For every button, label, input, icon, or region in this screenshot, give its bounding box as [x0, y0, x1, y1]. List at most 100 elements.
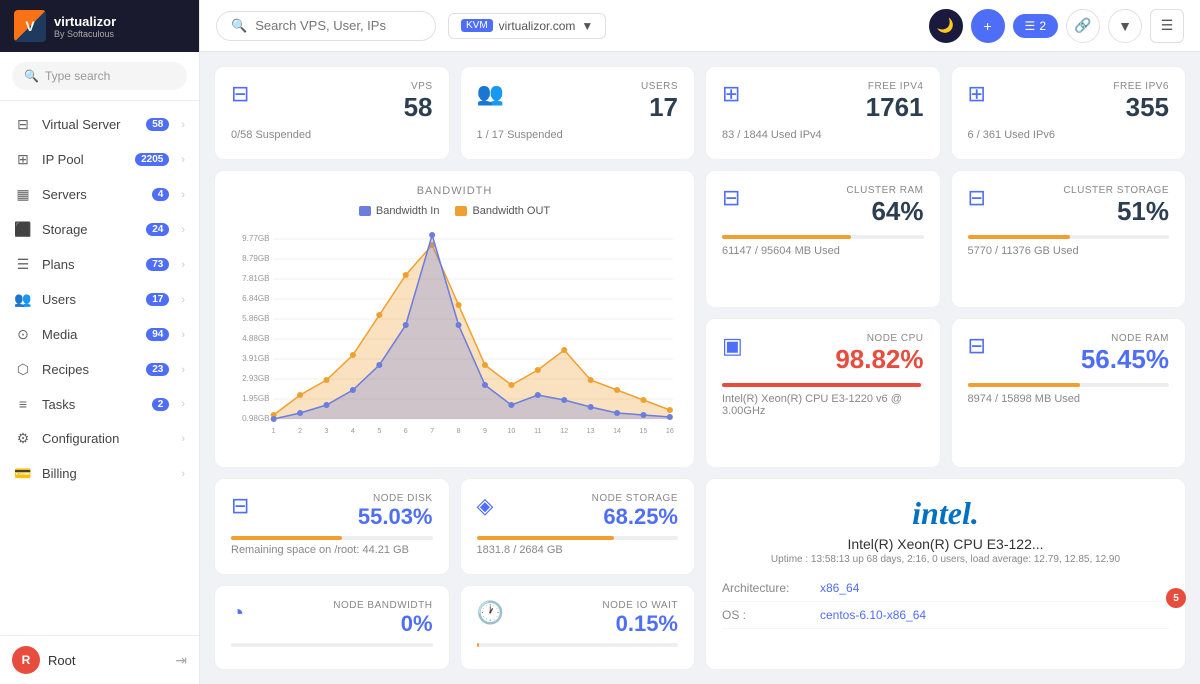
dark-mode-button[interactable]: 🌙	[929, 9, 963, 43]
node-io-wait-label: Node IO WAIT	[602, 600, 678, 611]
svg-text:8: 8	[457, 428, 461, 435]
ipv4-label: FREE IPV4	[866, 81, 924, 92]
svg-text:13: 13	[587, 428, 595, 435]
sidebar-item-tasks[interactable]: ≡ Tasks 2 ›	[0, 387, 199, 421]
svg-text:11: 11	[534, 428, 541, 435]
chevron-right-icon: ›	[181, 398, 185, 410]
nav-label-recipes: Recipes	[42, 362, 136, 377]
kvm-dropdown[interactable]: KVM virtualizor.com ▼	[448, 13, 606, 39]
vps-sub: 0/58 Suspended	[231, 129, 433, 141]
node-bandwidth-card: ◔ Node BANDWIDTH 0%	[214, 585, 450, 670]
menu-button[interactable]: ☰	[1150, 9, 1184, 43]
cluster-storage-label: CLUSTER STORAGE	[1063, 185, 1169, 196]
search-placeholder: Type search	[45, 69, 110, 83]
search-icon: 🔍	[231, 18, 247, 34]
disk-icon: ⊟	[231, 493, 249, 519]
bandwidth-icon: ◔	[231, 600, 244, 626]
node-disk-bar-fill	[231, 536, 342, 540]
svg-text:9: 9	[483, 428, 487, 435]
kvm-badge: KVM	[461, 19, 493, 32]
storage-stat-icon: ◈	[477, 493, 494, 519]
svg-text:9.77GB: 9.77GB	[242, 234, 270, 243]
sidebar-item-configuration[interactable]: ⚙ Configuration ›	[0, 421, 199, 456]
sidebar-item-servers[interactable]: ▦ Servers 4 ›	[0, 177, 199, 212]
sidebar: V virtualizor By Softaculous 🔍 Type sear…	[0, 0, 200, 684]
intel-uptime: Uptime : 13:58:13 up 68 days, 2:16, 0 us…	[722, 554, 1169, 565]
intel-os-value[interactable]: centos-6.10-x86_64	[820, 608, 926, 622]
legend-in-label: Bandwidth In	[376, 205, 440, 217]
node-cpu-value: 98.82%	[835, 344, 923, 375]
billing-icon: 💳	[14, 465, 32, 482]
sidebar-search-box[interactable]: 🔍 Type search	[12, 62, 187, 90]
cluster-ram-value: 64%	[846, 196, 923, 227]
node-ram-sub: 8974 / 15898 MB Used	[968, 393, 1170, 405]
link-button[interactable]: 🔗	[1066, 9, 1100, 43]
avatar: R	[12, 646, 40, 674]
svg-text:4: 4	[351, 428, 355, 435]
chevron-right-icon: ›	[181, 224, 185, 236]
nav-badge-tasks: 2	[152, 398, 170, 411]
logo-sub: By Softaculous	[54, 29, 116, 39]
vps-value: 58	[404, 92, 433, 123]
svg-text:12: 12	[560, 428, 568, 435]
node-storage-label: Node STORAGE	[592, 493, 678, 504]
ipv6-sub: 6 / 361 Used IPv6	[968, 129, 1170, 141]
topbar-search[interactable]: 🔍	[216, 11, 436, 41]
nav-label-ip-pool: IP Pool	[42, 152, 125, 167]
intel-logo: intel.	[722, 495, 1169, 532]
bandwidth-svg: 9.77GB 8.79GB 7.81GB 6.84GB 5.86GB 4.88G…	[231, 225, 678, 435]
vps-card: ⊟ VPS 58 0/58 Suspended	[214, 66, 450, 160]
node-io-wait-value: 0.15%	[602, 611, 678, 637]
node-bandwidth-value: 0%	[333, 611, 432, 637]
node-cpu-bar	[722, 383, 924, 387]
chevron-right-icon: ›	[181, 259, 185, 271]
sidebar-item-users[interactable]: 👥 Users 17 ›	[0, 282, 199, 317]
nav-label-storage: Storage	[42, 222, 136, 237]
sidebar-item-media[interactable]: ⊙ Media 94 ›	[0, 317, 199, 352]
chevron-down-button[interactable]: ▼	[1108, 9, 1142, 43]
sidebar-item-ip-pool[interactable]: ⊞ IP Pool 2205 ›	[0, 142, 199, 177]
legend-out: Bandwidth OUT	[455, 205, 550, 217]
bandwidth-chart: 9.77GB 8.79GB 7.81GB 6.84GB 5.86GB 4.88G…	[231, 225, 678, 445]
users-value: 17	[641, 92, 678, 123]
legend-out-color	[455, 206, 467, 216]
sidebar-item-recipes[interactable]: ⬡ Recipes 23 ›	[0, 352, 199, 387]
nav-label-servers: Servers	[42, 187, 142, 202]
ram-icon: ⊟	[968, 333, 986, 359]
sidebar-item-billing[interactable]: 💳 Billing ›	[0, 456, 199, 491]
chevron-down-icon: ▼	[581, 19, 593, 33]
chevron-right-icon: ›	[181, 468, 185, 480]
cluster-ram-card: ⊟ CLUSTER RAM 64% 61147 / 95604 MB Used	[705, 170, 941, 308]
add-button[interactable]: +	[971, 9, 1005, 43]
kvm-domain: virtualizor.com	[499, 19, 576, 33]
legend-in: Bandwidth In	[359, 205, 440, 217]
intel-os-row: OS : centos-6.10-x86_64	[722, 602, 1169, 629]
intel-arch-label: Architecture:	[722, 581, 812, 595]
node-cpu-label: Node CPU	[835, 333, 923, 344]
cluster-storage-bar	[968, 235, 1170, 239]
cluster-storage-value: 51%	[1063, 196, 1169, 227]
node-ram-bar-fill	[968, 383, 1081, 387]
sidebar-item-plans[interactable]: ☰ Plans 73 ›	[0, 247, 199, 282]
svg-text:7.81GB: 7.81GB	[242, 274, 270, 283]
svg-text:0.98GB: 0.98GB	[242, 414, 270, 423]
node-cpu-bar-fill	[722, 383, 921, 387]
notification-float-badge[interactable]: 5	[1166, 588, 1186, 608]
search-input[interactable]	[255, 18, 421, 33]
nav-badge-ip-pool: 2205	[135, 153, 169, 166]
intel-arch-value[interactable]: x86_64	[820, 581, 859, 595]
node-ram-value: 56.45%	[1081, 344, 1169, 375]
notifications-button[interactable]: ☰ 2	[1013, 14, 1058, 38]
nav-badge-plans: 73	[146, 258, 169, 271]
svg-text:8.79GB: 8.79GB	[242, 254, 270, 263]
intel-card: intel. Intel(R) Xeon(R) CPU E3-122... Up…	[705, 478, 1186, 670]
avatar-initial: R	[22, 653, 31, 667]
sidebar-item-storage[interactable]: ⬛ Storage 24 ›	[0, 212, 199, 247]
intel-arch-row: Architecture: x86_64	[722, 575, 1169, 602]
sidebar-item-virtual-server[interactable]: ⊟ Virtual Server 58 ›	[0, 107, 199, 142]
node-cpu-sub: Intel(R) Xeon(R) CPU E3-1220 v6 @ 3.00GH…	[722, 393, 924, 417]
chevron-right-icon: ›	[181, 433, 185, 445]
logout-icon[interactable]: ⇥	[175, 652, 187, 669]
logo-text: virtualizor By Softaculous	[54, 14, 116, 39]
node-disk-card: ⊟ Node DISK 55.03% Remaining space on /r…	[214, 478, 450, 575]
